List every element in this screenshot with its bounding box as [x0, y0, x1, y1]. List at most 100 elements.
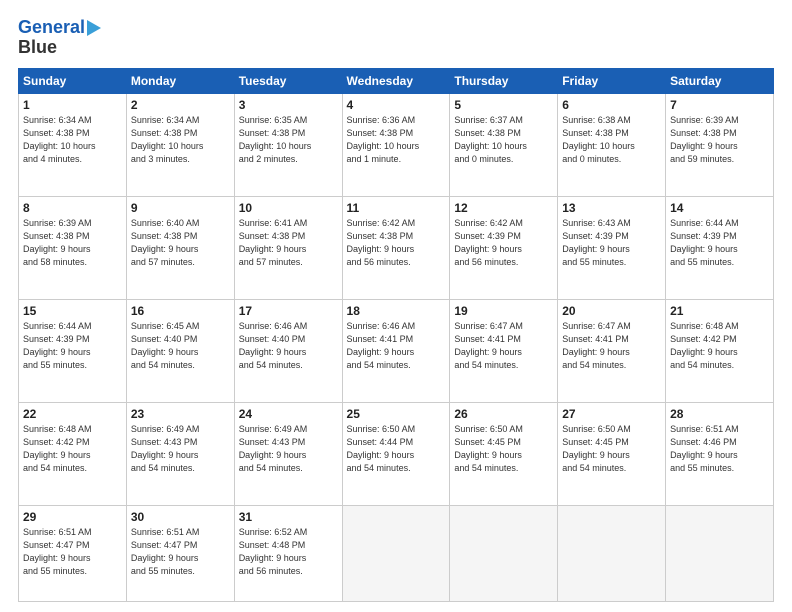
day-number: 10 — [239, 201, 338, 215]
calendar-cell: 12 Sunrise: 6:42 AM Sunset: 4:39 PM Dayli… — [450, 196, 558, 299]
calendar-cell: 29 Sunrise: 6:51 AM Sunset: 4:47 PM Dayli… — [19, 506, 127, 602]
day-info: Sunrise: 6:48 AM Sunset: 4:42 PM Dayligh… — [670, 320, 769, 372]
calendar-cell: 10 Sunrise: 6:41 AM Sunset: 4:38 PM Dayli… — [234, 196, 342, 299]
day-number: 15 — [23, 304, 122, 318]
calendar-cell — [342, 506, 450, 602]
calendar-header-tuesday: Tuesday — [234, 68, 342, 93]
day-number: 4 — [347, 98, 446, 112]
day-number: 3 — [239, 98, 338, 112]
calendar-cell — [558, 506, 666, 602]
calendar-cell: 15 Sunrise: 6:44 AM Sunset: 4:39 PM Dayli… — [19, 299, 127, 402]
calendar-cell: 13 Sunrise: 6:43 AM Sunset: 4:39 PM Dayli… — [558, 196, 666, 299]
calendar-cell: 1 Sunrise: 6:34 AM Sunset: 4:38 PM Daylig… — [19, 93, 127, 196]
calendar-row-0: 1 Sunrise: 6:34 AM Sunset: 4:38 PM Daylig… — [19, 93, 774, 196]
logo-text-general: General — [18, 18, 85, 38]
calendar-cell: 24 Sunrise: 6:49 AM Sunset: 4:43 PM Dayli… — [234, 403, 342, 506]
day-number: 18 — [347, 304, 446, 318]
day-info: Sunrise: 6:35 AM Sunset: 4:38 PM Dayligh… — [239, 114, 338, 166]
day-number: 2 — [131, 98, 230, 112]
day-info: Sunrise: 6:37 AM Sunset: 4:38 PM Dayligh… — [454, 114, 553, 166]
logo-line2: Blue — [18, 38, 57, 58]
calendar-header-friday: Friday — [558, 68, 666, 93]
day-number: 22 — [23, 407, 122, 421]
day-info: Sunrise: 6:44 AM Sunset: 4:39 PM Dayligh… — [23, 320, 122, 372]
calendar-cell: 19Sunrise: 6:47 AM Sunset: 4:41 PM Dayli… — [450, 299, 558, 402]
day-number: 21 — [670, 304, 769, 318]
calendar-header-thursday: Thursday — [450, 68, 558, 93]
calendar-cell: 27Sunrise: 6:50 AM Sunset: 4:45 PM Dayli… — [558, 403, 666, 506]
calendar-cell: 16 Sunrise: 6:45 AM Sunset: 4:40 PM Dayli… — [126, 299, 234, 402]
day-number: 27 — [562, 407, 661, 421]
calendar-cell: 17 Sunrise: 6:46 AM Sunset: 4:40 PM Dayli… — [234, 299, 342, 402]
calendar-row-1: 8Sunrise: 6:39 AM Sunset: 4:38 PM Daylig… — [19, 196, 774, 299]
calendar-header-sunday: Sunday — [19, 68, 127, 93]
calendar-cell: 5Sunrise: 6:37 AM Sunset: 4:38 PM Daylig… — [450, 93, 558, 196]
day-info: Sunrise: 6:50 AM Sunset: 4:44 PM Dayligh… — [347, 423, 446, 475]
calendar-cell: 21 Sunrise: 6:48 AM Sunset: 4:42 PM Dayli… — [666, 299, 774, 402]
day-info: Sunrise: 6:46 AM Sunset: 4:41 PM Dayligh… — [347, 320, 446, 372]
day-number: 30 — [131, 510, 230, 524]
logo: General Blue — [18, 18, 101, 58]
day-number: 29 — [23, 510, 122, 524]
day-info: Sunrise: 6:36 AM Sunset: 4:38 PM Dayligh… — [347, 114, 446, 166]
calendar-cell: 26 Sunrise: 6:50 AM Sunset: 4:45 PM Dayli… — [450, 403, 558, 506]
calendar-cell: 23Sunrise: 6:49 AM Sunset: 4:43 PM Dayli… — [126, 403, 234, 506]
calendar-cell: 18 Sunrise: 6:46 AM Sunset: 4:41 PM Dayli… — [342, 299, 450, 402]
day-info: Sunrise: 6:42 AM Sunset: 4:39 PM Dayligh… — [454, 217, 553, 269]
calendar-header-wednesday: Wednesday — [342, 68, 450, 93]
day-number: 1 — [23, 98, 122, 112]
day-info: Sunrise: 6:44 AM Sunset: 4:39 PM Dayligh… — [670, 217, 769, 269]
day-info: Sunrise: 6:50 AM Sunset: 4:45 PM Dayligh… — [454, 423, 553, 475]
day-number: 7 — [670, 98, 769, 112]
day-info: Sunrise: 6:43 AM Sunset: 4:39 PM Dayligh… — [562, 217, 661, 269]
calendar-header-row: SundayMondayTuesdayWednesdayThursdayFrid… — [19, 68, 774, 93]
day-number: 20 — [562, 304, 661, 318]
logo-line1: General — [18, 18, 101, 38]
day-number: 13 — [562, 201, 661, 215]
logo-arrow-icon — [87, 20, 101, 36]
day-info: Sunrise: 6:48 AM Sunset: 4:42 PM Dayligh… — [23, 423, 122, 475]
day-number: 28 — [670, 407, 769, 421]
calendar-row-3: 22 Sunrise: 6:48 AM Sunset: 4:42 PM Dayli… — [19, 403, 774, 506]
day-number: 8 — [23, 201, 122, 215]
day-number: 9 — [131, 201, 230, 215]
day-number: 19 — [454, 304, 553, 318]
calendar-cell — [666, 506, 774, 602]
calendar-cell: 31Sunrise: 6:52 AM Sunset: 4:48 PM Dayli… — [234, 506, 342, 602]
day-number: 26 — [454, 407, 553, 421]
calendar-cell — [450, 506, 558, 602]
calendar-table: SundayMondayTuesdayWednesdayThursdayFrid… — [18, 68, 774, 602]
day-number: 14 — [670, 201, 769, 215]
calendar-header-monday: Monday — [126, 68, 234, 93]
day-info: Sunrise: 6:46 AM Sunset: 4:40 PM Dayligh… — [239, 320, 338, 372]
calendar-cell: 4 Sunrise: 6:36 AM Sunset: 4:38 PM Daylig… — [342, 93, 450, 196]
day-info: Sunrise: 6:34 AM Sunset: 4:38 PM Dayligh… — [23, 114, 122, 166]
day-number: 25 — [347, 407, 446, 421]
day-info: Sunrise: 6:41 AM Sunset: 4:38 PM Dayligh… — [239, 217, 338, 269]
day-info: Sunrise: 6:51 AM Sunset: 4:47 PM Dayligh… — [23, 526, 122, 578]
calendar-cell: 14 Sunrise: 6:44 AM Sunset: 4:39 PM Dayli… — [666, 196, 774, 299]
calendar-cell: 30 Sunrise: 6:51 AM Sunset: 4:47 PM Dayli… — [126, 506, 234, 602]
calendar-cell: 2Sunrise: 6:34 AM Sunset: 4:38 PM Daylig… — [126, 93, 234, 196]
day-info: Sunrise: 6:38 AM Sunset: 4:38 PM Dayligh… — [562, 114, 661, 166]
calendar-cell: 22 Sunrise: 6:48 AM Sunset: 4:42 PM Dayli… — [19, 403, 127, 506]
day-info: Sunrise: 6:49 AM Sunset: 4:43 PM Dayligh… — [239, 423, 338, 475]
calendar-cell: 7 Sunrise: 6:39 AM Sunset: 4:38 PM Daylig… — [666, 93, 774, 196]
calendar-cell: 11Sunrise: 6:42 AM Sunset: 4:38 PM Dayli… — [342, 196, 450, 299]
header: General Blue — [18, 18, 774, 58]
day-info: Sunrise: 6:45 AM Sunset: 4:40 PM Dayligh… — [131, 320, 230, 372]
day-number: 12 — [454, 201, 553, 215]
day-number: 23 — [131, 407, 230, 421]
day-info: Sunrise: 6:52 AM Sunset: 4:48 PM Dayligh… — [239, 526, 338, 578]
calendar-cell: 8Sunrise: 6:39 AM Sunset: 4:38 PM Daylig… — [19, 196, 127, 299]
calendar-cell: 20Sunrise: 6:47 AM Sunset: 4:41 PM Dayli… — [558, 299, 666, 402]
day-info: Sunrise: 6:51 AM Sunset: 4:47 PM Dayligh… — [131, 526, 230, 578]
day-info: Sunrise: 6:42 AM Sunset: 4:38 PM Dayligh… — [347, 217, 446, 269]
day-number: 6 — [562, 98, 661, 112]
day-number: 24 — [239, 407, 338, 421]
day-number: 16 — [131, 304, 230, 318]
calendar-header-saturday: Saturday — [666, 68, 774, 93]
day-number: 17 — [239, 304, 338, 318]
day-info: Sunrise: 6:39 AM Sunset: 4:38 PM Dayligh… — [670, 114, 769, 166]
day-info: Sunrise: 6:40 AM Sunset: 4:38 PM Dayligh… — [131, 217, 230, 269]
